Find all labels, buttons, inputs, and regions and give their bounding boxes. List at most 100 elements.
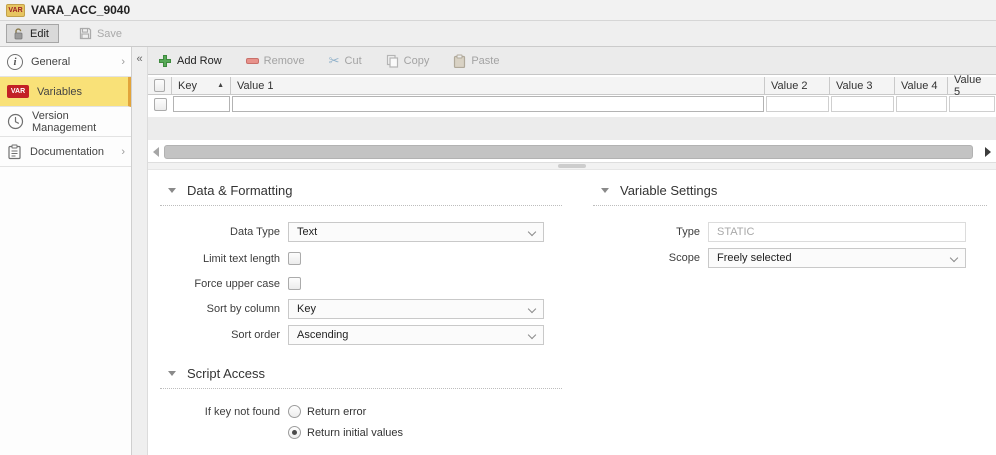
- cut-icon: ✂: [329, 54, 340, 67]
- section-header-variable-settings[interactable]: Variable Settings: [593, 182, 987, 198]
- remove-button[interactable]: Remove: [246, 55, 305, 67]
- section-title: Variable Settings: [620, 183, 717, 198]
- column-header-key[interactable]: Key ▲: [172, 77, 231, 94]
- cut-button[interactable]: ✂ Cut: [329, 54, 362, 67]
- select-all-checkbox[interactable]: [154, 79, 165, 92]
- scope-select[interactable]: Freely selected: [708, 248, 966, 268]
- variable-settings-column: Variable Settings Type STATIC Scope Free…: [593, 182, 987, 268]
- object-type-icon: VAR: [6, 4, 25, 17]
- chevron-right-icon: ›: [121, 146, 125, 158]
- scroll-left-arrow[interactable]: [153, 147, 159, 157]
- collapse-section-icon: [168, 371, 176, 376]
- field-label: Force upper case: [160, 278, 288, 290]
- value4-cell: [895, 95, 948, 113]
- scroll-right-arrow[interactable]: [985, 147, 991, 157]
- value5-input[interactable]: [949, 96, 995, 112]
- chevron-down-icon: [529, 332, 536, 339]
- grid-empty-area: [148, 117, 996, 140]
- cut-label: Cut: [345, 55, 362, 67]
- section-divider: [160, 198, 562, 206]
- column-header-value1[interactable]: Value 1: [231, 77, 765, 94]
- sort-order-select[interactable]: Ascending: [288, 325, 544, 345]
- column-header-value5[interactable]: Value 5: [948, 77, 996, 94]
- properties-panel: Data & Formatting Data Type Text Limit t…: [148, 170, 996, 455]
- field-scope: Scope Freely selected: [593, 248, 987, 268]
- copy-icon: [386, 54, 399, 68]
- radio-label: Return error: [307, 406, 366, 418]
- field-data-type: Data Type Text: [160, 222, 562, 242]
- field-limit-text-length: Limit text length: [160, 252, 562, 265]
- collapse-section-icon: [168, 188, 176, 193]
- key-input[interactable]: [173, 96, 230, 112]
- value4-input[interactable]: [896, 96, 947, 112]
- page-title: VARA_ACC_9040: [31, 3, 130, 17]
- save-button[interactable]: Save: [73, 24, 131, 43]
- app-window: VAR VARA_ACC_9040 Edit Save: [0, 0, 996, 455]
- add-row-label: Add Row: [177, 55, 222, 67]
- data-type-select[interactable]: Text: [288, 222, 544, 242]
- remove-label: Remove: [264, 55, 305, 67]
- column-header-label: Value 4: [901, 80, 938, 92]
- return-initial-values-radio[interactable]: [288, 426, 301, 439]
- sort-by-column-select[interactable]: Key: [288, 299, 544, 319]
- grid-toolbar: Add Row Remove ✂ Cut Copy: [148, 47, 996, 75]
- horizontal-scrollbar: [148, 142, 996, 162]
- column-header-label: Value 5: [954, 74, 990, 98]
- collapse-sidebar-button[interactable]: «: [132, 53, 147, 65]
- column-header-value4[interactable]: Value 4: [895, 77, 948, 94]
- select-all-cell: [148, 77, 172, 94]
- field-sort-order: Sort order Ascending: [160, 325, 562, 345]
- field-sort-by-column: Sort by column Key: [160, 299, 562, 319]
- sidebar: i General › VAR Variables Version Manage…: [0, 47, 132, 455]
- value2-input[interactable]: [766, 96, 829, 112]
- field-label: Sort order: [160, 329, 288, 341]
- main-content: Add Row Remove ✂ Cut Copy: [148, 47, 996, 455]
- field-if-key-not-found-option2: Return initial values: [160, 426, 562, 439]
- remove-icon: [246, 58, 259, 64]
- selected-value: Freely selected: [717, 252, 792, 264]
- value3-cell: [830, 95, 895, 113]
- column-header-value3[interactable]: Value 3: [830, 77, 895, 94]
- value3-input[interactable]: [831, 96, 894, 112]
- data-formatting-column: Data & Formatting Data Type Text Limit t…: [160, 182, 562, 439]
- copy-button[interactable]: Copy: [386, 54, 430, 68]
- force-upper-case-checkbox[interactable]: [288, 277, 301, 290]
- unlock-icon: [13, 28, 25, 40]
- save-icon: [79, 27, 92, 40]
- value1-input[interactable]: [232, 96, 764, 112]
- chevron-down-icon: [529, 306, 536, 313]
- row-checkbox[interactable]: [154, 98, 167, 111]
- sidebar-item-version-management[interactable]: Version Management: [0, 107, 131, 137]
- field-label: Sort by column: [160, 303, 288, 315]
- sidebar-item-general[interactable]: i General ›: [0, 47, 131, 77]
- add-icon: [158, 54, 172, 68]
- save-button-label: Save: [97, 28, 122, 40]
- add-row-button[interactable]: Add Row: [158, 54, 222, 68]
- sidebar-item-variables[interactable]: VAR Variables: [0, 77, 131, 107]
- sidebar-collapse-strip: «: [132, 47, 148, 455]
- section-divider: [593, 198, 987, 206]
- collapse-section-icon: [601, 188, 609, 193]
- clock-icon: [7, 113, 24, 130]
- edit-button[interactable]: Edit: [6, 24, 59, 43]
- scrollbar-thumb[interactable]: [164, 145, 973, 159]
- limit-text-length-checkbox[interactable]: [288, 252, 301, 265]
- sidebar-item-label: Version Management: [32, 110, 124, 134]
- splitter-handle[interactable]: [558, 164, 586, 168]
- selected-value: Key: [297, 303, 316, 315]
- chevron-down-icon: [951, 255, 958, 262]
- column-header-label: Value 3: [836, 80, 873, 92]
- column-header-label: Key: [178, 80, 197, 92]
- field-label: Scope: [593, 252, 708, 264]
- sidebar-item-documentation[interactable]: Documentation ›: [0, 137, 131, 167]
- column-header-value2[interactable]: Value 2: [765, 77, 830, 94]
- section-header-script-access[interactable]: Script Access: [160, 365, 562, 381]
- sort-ascending-icon: ▲: [217, 82, 224, 89]
- selected-value: Text: [297, 226, 317, 238]
- section-header-data-formatting[interactable]: Data & Formatting: [160, 182, 562, 198]
- field-label: Limit text length: [160, 253, 288, 265]
- readonly-value: STATIC: [717, 226, 754, 238]
- return-error-radio[interactable]: [288, 405, 301, 418]
- paste-button[interactable]: Paste: [453, 54, 499, 68]
- title-bar: VAR VARA_ACC_9040: [0, 0, 996, 21]
